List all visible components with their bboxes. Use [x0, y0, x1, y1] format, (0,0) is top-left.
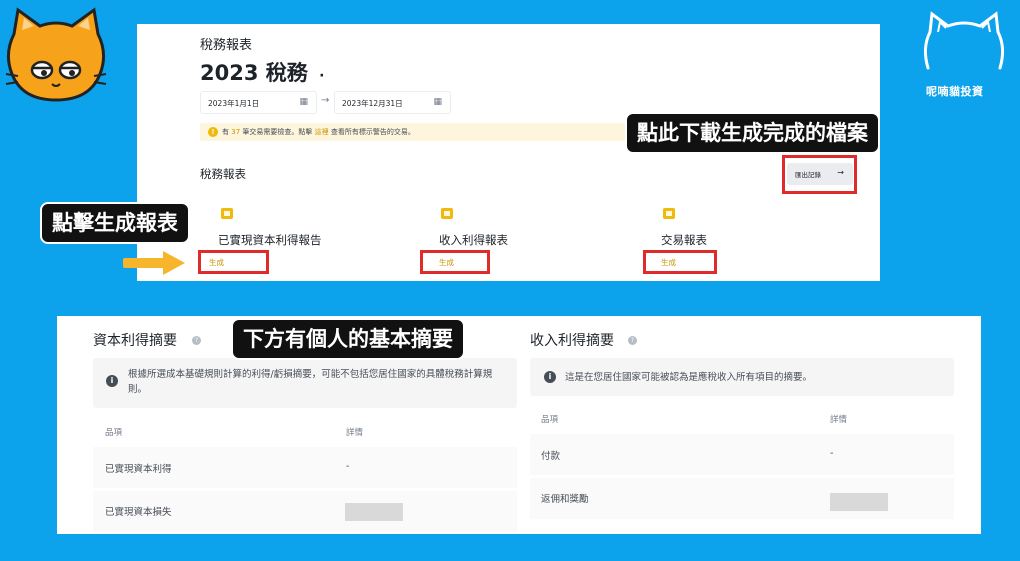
report-name-income: 收入利得報表	[439, 233, 508, 247]
date-range-arrow-icon: →	[321, 95, 330, 106]
highlight-box	[782, 155, 857, 194]
end-date-field[interactable]: 2023年12月31日 ▦	[334, 91, 451, 114]
table-row	[530, 478, 954, 519]
calendar-icon[interactable]: ▦	[299, 97, 308, 107]
report-name-capital-gains: 已實現資本利得報告	[218, 233, 322, 247]
income-row-item: 付款	[541, 451, 561, 462]
section-label: 稅務報表	[200, 38, 253, 53]
notice-link[interactable]: 這裡	[315, 128, 329, 136]
capital-info-box: i 根據所選成本基礎規則計算的利得/虧損摘要，可能不包括您居住國家的具體稅務計算…	[93, 358, 517, 408]
capital-row-detail: -	[346, 461, 350, 472]
document-icon	[663, 208, 675, 219]
masked-value	[830, 493, 888, 511]
highlight-box	[420, 250, 490, 274]
year-dropdown-caret-icon[interactable]: ·	[319, 68, 324, 84]
brand-name: 呢喃貓投資	[926, 85, 984, 98]
document-icon	[441, 208, 453, 219]
income-row-detail: -	[830, 448, 834, 459]
income-col-item: 品項	[541, 415, 559, 425]
capital-col-detail: 詳情	[346, 428, 364, 438]
highlight-box	[643, 250, 717, 274]
callout-summary: 下方有個人的基本摘要	[231, 318, 465, 360]
summary-panel: 資本利得摘要 ? i 根據所選成本基礎規則計算的利得/虧損摘要，可能不包括您居住…	[57, 316, 981, 534]
capital-summary-title: 資本利得摘要	[93, 333, 177, 349]
help-icon[interactable]: ?	[628, 336, 637, 345]
income-info-text: 這是在您居住國家可能被認為是應稅收入所有項目的摘要。	[565, 372, 813, 383]
start-date-field[interactable]: 2023年1月1日 ▦	[200, 91, 317, 114]
warning-icon: !	[208, 127, 218, 137]
capital-row-item: 已實現資本損失	[105, 507, 172, 518]
end-date-value: 2023年12月31日	[342, 99, 403, 108]
info-icon: i	[544, 371, 556, 383]
capital-info-text: 根據所選成本基礎規則計算的利得/虧損摘要，可能不包括您居住國家的具體稅務計算規則…	[128, 369, 493, 395]
callout-generate: 點擊生成報表	[40, 202, 190, 244]
income-info-box: i 這是在您居住國家可能被認為是應稅收入所有項目的摘要。	[530, 358, 954, 396]
warning-notice: ! 有 37 筆交易需要檢查。點擊 這裡 查看所有標示警告的交易。	[200, 123, 630, 141]
masked-value	[345, 503, 403, 521]
reports-title: 稅務報表	[200, 167, 246, 181]
calendar-icon[interactable]: ▦	[433, 97, 442, 107]
cat-logo-right-icon	[923, 11, 1005, 70]
capital-row-item: 已實現資本利得	[105, 464, 172, 475]
income-col-detail: 詳情	[830, 415, 848, 425]
notice-count: 37	[231, 128, 241, 136]
cat-mascot-left-icon	[5, 7, 107, 102]
info-icon: i	[106, 375, 118, 387]
table-row	[530, 434, 954, 475]
capital-col-item: 品項	[105, 428, 123, 438]
notice-suffix: 查看所有標示警告的交易。	[330, 128, 415, 136]
income-summary-title: 收入利得摘要	[530, 333, 614, 349]
notice-middle: 筆交易需要檢查。點擊	[242, 128, 313, 136]
notice-prefix: 有	[222, 128, 229, 136]
report-name-transactions: 交易報表	[661, 233, 707, 247]
document-icon	[221, 208, 233, 219]
pointer-arrow-icon	[123, 251, 185, 275]
year-title-text: 2023 稅務	[200, 61, 308, 85]
help-icon[interactable]: ?	[192, 336, 201, 345]
start-date-value: 2023年1月1日	[208, 99, 260, 108]
callout-download: 點此下載生成完成的檔案	[625, 112, 880, 154]
highlight-box	[198, 250, 269, 274]
year-title[interactable]: 2023 稅務 ·	[200, 57, 324, 87]
income-row-item: 返佣和獎勵	[541, 494, 589, 505]
